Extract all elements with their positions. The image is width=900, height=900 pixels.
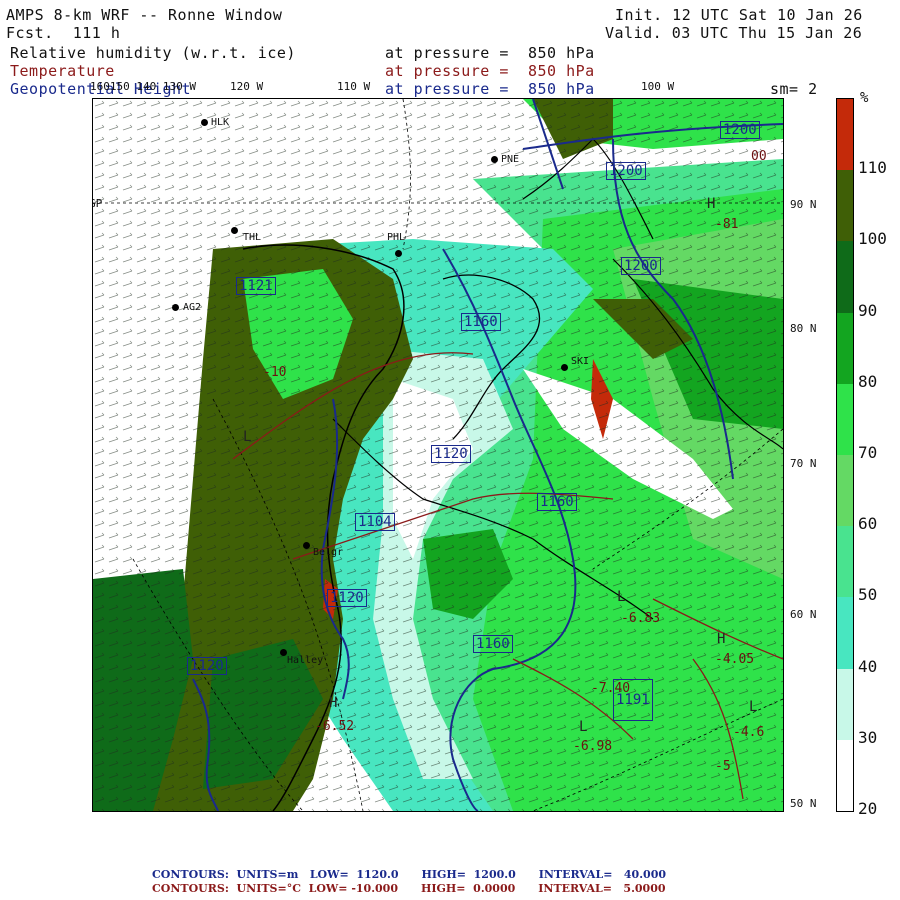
gp-label: GP [93, 197, 103, 210]
init-time: Init. 12 UTC Sat 10 Jan 26 [615, 6, 863, 24]
legend-swatch [837, 668, 853, 741]
legend-tick-label: 80 [858, 371, 878, 391]
pressure-height: at pressure = 850 hPa [385, 80, 595, 98]
height-label: 1200 [606, 162, 646, 180]
height-label: 1160 [473, 635, 513, 653]
low-marker: L [617, 589, 626, 605]
legend-tick-label: 100 [858, 229, 887, 249]
valid-time: Valid. 03 UTC Thu 15 Jan 26 [605, 24, 863, 42]
temp-label: -6.52 [315, 719, 355, 734]
pressure-temperature: at pressure = 850 hPa [385, 62, 595, 80]
footer-height-contours: CONTOURS: UNITS=m LOW= 1120.0 HIGH= 1200… [152, 868, 666, 881]
smoothing-label: sm= 2 [770, 80, 818, 98]
temp-label: -4.6 [733, 725, 765, 740]
temp-label: 00 [751, 149, 767, 164]
height-label: 1120 [431, 445, 471, 463]
legend-unit: % [860, 90, 869, 106]
field-temperature: Temperature [10, 62, 115, 80]
station-marker[interactable] [201, 119, 208, 126]
station-marker[interactable] [231, 227, 238, 234]
height-label: 1160 [537, 493, 577, 511]
temp-label: -10 [263, 365, 287, 380]
legend-tick-label: 60 [858, 514, 878, 534]
station-label: HLK [211, 117, 230, 128]
lat-label: 70 N [790, 457, 817, 470]
legend-swatch [837, 241, 853, 314]
field-rh: Relative humidity (w.r.t. ice) [10, 44, 296, 62]
temp-label: -6.83 [621, 611, 661, 626]
map-panel[interactable]: GP HLK PNE THL PHL AG2 SKI Belgr Halley … [92, 98, 784, 812]
map-title: AMPS 8-km WRF -- Ronne Window [6, 6, 283, 24]
temp-label: -5 [715, 759, 731, 774]
height-label: 1120 [187, 657, 227, 675]
legend-swatch [837, 170, 853, 242]
legend-swatch [837, 597, 853, 670]
lat-label: 80 N [790, 322, 817, 335]
height-label: 1200 [621, 257, 661, 275]
high-marker: H [717, 631, 726, 647]
station-label: Halley [287, 655, 324, 666]
station-label: Belgr [313, 547, 344, 558]
lat-label: 90 N [790, 198, 817, 211]
legend-swatch [837, 526, 853, 598]
footer-temp-contours: CONTOURS: UNITS=°C LOW= -10.000 HIGH= 0.… [152, 882, 666, 895]
lon-label: 110 W [337, 80, 371, 93]
high-marker: H [329, 695, 338, 711]
temp-label: -81 [715, 217, 739, 232]
legend-swatch [837, 312, 853, 385]
low-marker: L [579, 719, 588, 735]
legend-tick-label: 50 [858, 585, 878, 605]
station-label: SKI [571, 356, 590, 367]
legend-tick-label: 110 [858, 158, 887, 178]
lon-label: 120 W [230, 80, 264, 93]
station-marker[interactable] [395, 250, 402, 257]
station-marker[interactable] [491, 156, 498, 163]
station-label: AG2 [183, 302, 202, 313]
forecast-hour: Fcst. 111 h [6, 24, 121, 42]
legend-swatch [837, 455, 853, 527]
lon-label: 160150 140 130 W [90, 80, 196, 93]
temp-label: -7.40 [591, 681, 631, 696]
high-marker: H [707, 196, 716, 212]
height-label: 1104 [355, 513, 395, 531]
low-marker: L [749, 699, 758, 715]
color-legend [836, 98, 854, 812]
legend-tick-label: 70 [858, 443, 878, 462]
legend-tick-label: 30 [858, 727, 878, 747]
station-label: PNE [501, 154, 520, 165]
station-marker[interactable] [303, 542, 310, 549]
station-label: THL [243, 232, 262, 243]
station-marker[interactable] [172, 304, 179, 311]
pressure-rh: at pressure = 850 hPa [385, 44, 595, 62]
height-label: 1160 [461, 313, 501, 331]
legend-tick-label: 40 [858, 656, 878, 676]
height-label: 1121 [236, 277, 276, 295]
station-marker[interactable] [561, 364, 568, 371]
lat-label: 50 N [790, 797, 817, 810]
station-marker[interactable] [280, 649, 287, 656]
legend-swatch [837, 99, 853, 171]
height-label: 1120 [327, 589, 367, 607]
temp-label: -4.05 [715, 652, 755, 667]
legend-tick-label: 90 [858, 300, 878, 320]
low-marker: L [243, 429, 252, 445]
lat-label: 60 N [790, 608, 817, 621]
station-label: PHL [387, 232, 406, 243]
legend-swatch [837, 383, 853, 456]
height-label: 1200 [720, 121, 760, 139]
legend-tick-label: 20 [858, 799, 878, 818]
legend-swatch [837, 739, 853, 812]
lon-label: 100 W [641, 80, 675, 93]
temp-label: -6.98 [573, 739, 613, 754]
